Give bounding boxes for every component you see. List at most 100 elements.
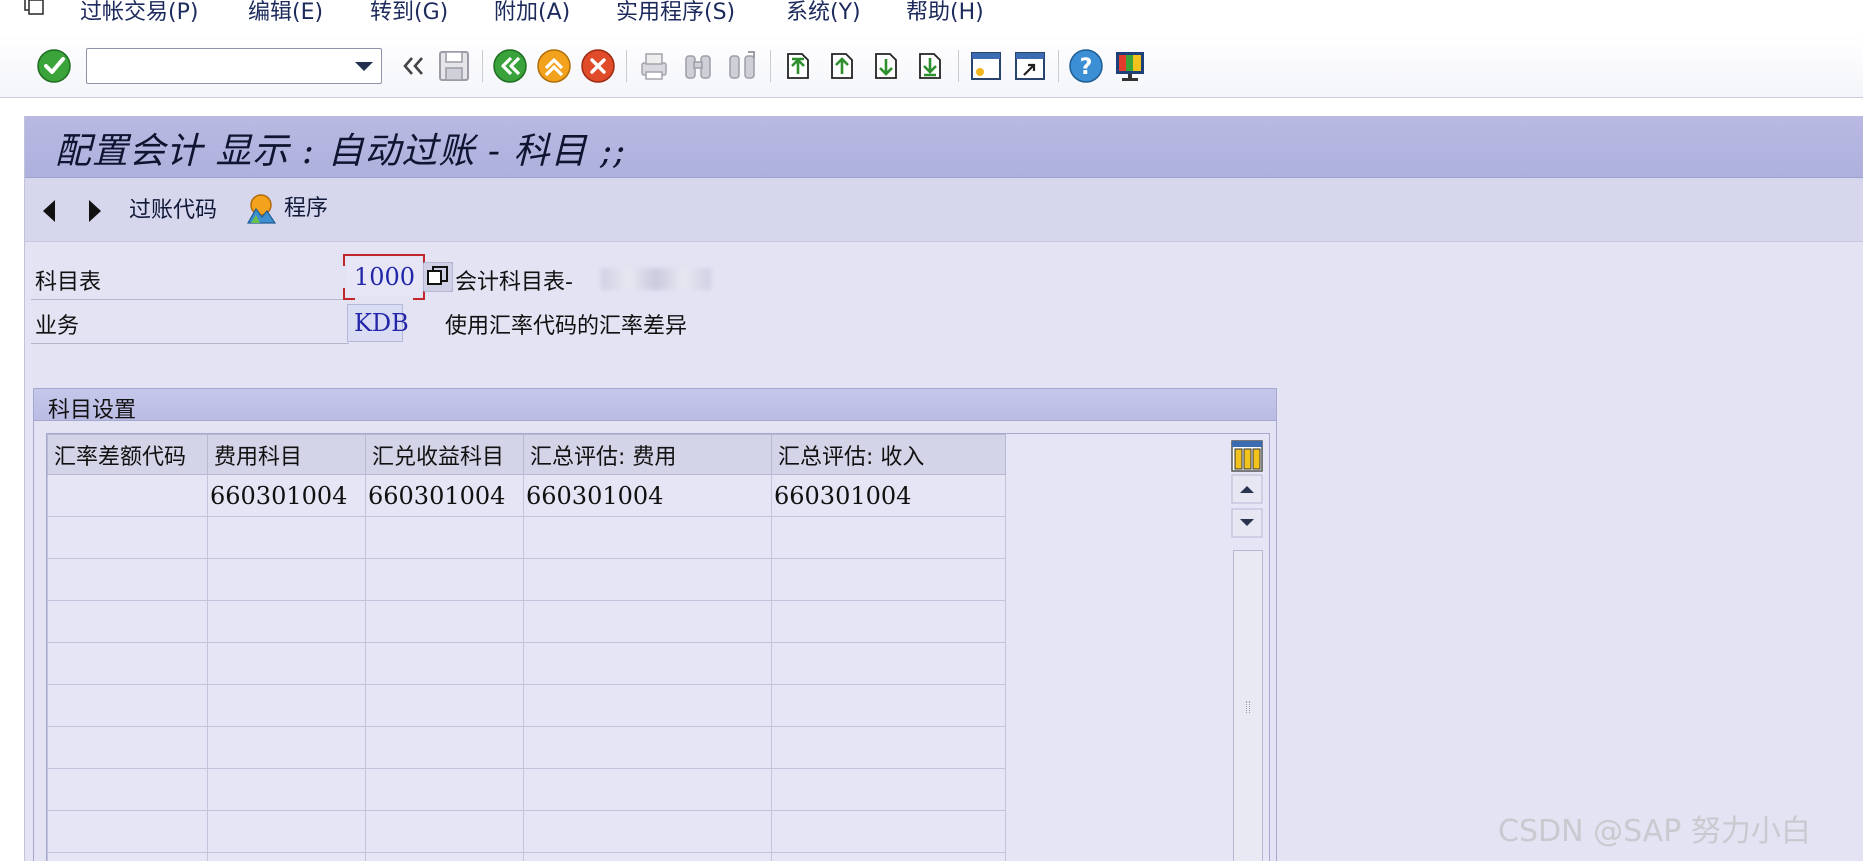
create-session-icon[interactable]	[968, 48, 1004, 84]
column-header[interactable]: 汇总评估: 费用	[523, 434, 772, 475]
vertical-scrollbar[interactable]	[1231, 474, 1263, 861]
menu-utilities[interactable]: 实用程序(S)	[616, 0, 735, 26]
first-page-icon[interactable]	[780, 48, 816, 84]
table-cell[interactable]	[365, 642, 524, 685]
transaction-field[interactable]: KDB	[347, 304, 409, 342]
table-cell[interactable]	[207, 600, 366, 643]
table-row	[47, 768, 1006, 811]
menu-extras[interactable]: 附加(A)	[494, 0, 570, 26]
table-cell[interactable]	[47, 474, 208, 517]
table-cell[interactable]	[771, 684, 1006, 727]
enter-icon[interactable]	[36, 48, 72, 84]
posting-key-button[interactable]: 过账代码	[129, 192, 217, 224]
previous-entry-icon[interactable]	[43, 200, 55, 222]
table-cell[interactable]	[771, 810, 1006, 853]
column-header[interactable]: 汇率差额代码	[47, 434, 208, 475]
scroll-down-icon[interactable]	[1231, 508, 1263, 538]
table-cell[interactable]	[365, 684, 524, 727]
table-cell[interactable]	[523, 726, 772, 769]
table-cell[interactable]	[47, 852, 208, 861]
next-page-icon[interactable]	[868, 48, 904, 84]
table-cell[interactable]	[771, 642, 1006, 685]
next-entry-icon[interactable]	[89, 200, 101, 222]
table-cell[interactable]	[365, 768, 524, 811]
command-dropdown-icon[interactable]	[355, 62, 373, 71]
cancel-icon[interactable]	[580, 48, 616, 84]
column-header[interactable]: 费用科目	[207, 434, 366, 475]
table-settings-icon[interactable]	[1231, 440, 1263, 472]
table-cell[interactable]	[523, 852, 772, 861]
find-next-icon[interactable]	[724, 48, 760, 84]
table-cell[interactable]	[523, 600, 772, 643]
table-cell[interactable]	[207, 516, 366, 559]
table-cell[interactable]	[523, 810, 772, 853]
table-cell[interactable]	[207, 558, 366, 601]
transaction-label: 业务	[35, 314, 80, 339]
last-page-icon[interactable]	[912, 48, 948, 84]
table-cell[interactable]: 660301004	[771, 474, 1006, 517]
table-cell[interactable]	[47, 810, 208, 853]
column-header[interactable]: 汇总评估: 收入	[771, 434, 1006, 475]
table-cell[interactable]	[365, 558, 524, 601]
table-cell[interactable]: 660301004	[523, 474, 772, 517]
table-row	[47, 600, 1006, 643]
table-cell[interactable]	[365, 600, 524, 643]
customize-layout-icon[interactable]	[1112, 48, 1148, 84]
table-cell[interactable]	[771, 558, 1006, 601]
table-cell[interactable]	[207, 768, 366, 811]
previous-page-icon[interactable]	[824, 48, 860, 84]
table-cell[interactable]	[365, 852, 524, 861]
find-icon[interactable]	[680, 48, 716, 84]
menu-help[interactable]: 帮助(H)	[906, 0, 984, 26]
help-icon[interactable]: ?	[1068, 48, 1104, 84]
possible-values-icon[interactable]	[423, 262, 453, 292]
table-cell[interactable]	[523, 516, 772, 559]
table-cell[interactable]	[47, 726, 208, 769]
table-cell[interactable]	[523, 558, 772, 601]
scroll-track[interactable]	[1233, 550, 1263, 861]
menu-goto[interactable]: 转到(G)	[370, 0, 448, 26]
table-cell[interactable]	[207, 726, 366, 769]
table-cell[interactable]	[771, 768, 1006, 811]
table-cell[interactable]	[365, 726, 524, 769]
table-cell[interactable]	[47, 768, 208, 811]
procedures-button[interactable]: 程序	[245, 190, 328, 225]
session-menu-icon[interactable]	[22, 0, 46, 16]
table-cell[interactable]	[771, 600, 1006, 643]
table-cell[interactable]	[207, 852, 366, 861]
table-cell[interactable]	[365, 516, 524, 559]
command-field[interactable]	[86, 48, 382, 84]
table-cell[interactable]	[47, 684, 208, 727]
table-cell[interactable]	[207, 684, 366, 727]
table-cell[interactable]: 660301004	[365, 474, 524, 517]
table-cell[interactable]	[771, 852, 1006, 861]
table-cell[interactable]	[523, 642, 772, 685]
table-cell[interactable]	[47, 516, 208, 559]
back-icon[interactable]	[492, 48, 528, 84]
shortcut-icon[interactable]	[1012, 48, 1048, 84]
table-cell[interactable]	[523, 768, 772, 811]
table-cell[interactable]	[771, 516, 1006, 559]
collapse-icon[interactable]	[396, 48, 432, 84]
procedures-label: 程序	[284, 196, 329, 221]
scroll-up-icon[interactable]	[1231, 474, 1263, 504]
table-cell[interactable]	[771, 726, 1006, 769]
table-cell[interactable]: 660301004	[207, 474, 366, 517]
transaction-description: 使用汇率代码的汇率差异	[445, 314, 688, 339]
menu-system[interactable]: 系统(Y)	[786, 0, 861, 26]
table-cell[interactable]	[47, 642, 208, 685]
table-cell[interactable]	[47, 600, 208, 643]
save-icon[interactable]	[436, 48, 472, 84]
command-input[interactable]	[91, 52, 341, 80]
table-cell[interactable]	[207, 810, 366, 853]
table-cell[interactable]	[523, 684, 772, 727]
menu-posting[interactable]: 过帐交易(P)	[80, 0, 198, 26]
menu-edit[interactable]: 编辑(E)	[248, 0, 323, 26]
table-cell[interactable]	[47, 558, 208, 601]
table-cell[interactable]	[207, 642, 366, 685]
column-header[interactable]: 汇兑收益科目	[365, 434, 524, 475]
print-icon[interactable]	[636, 48, 672, 84]
exit-icon[interactable]	[536, 48, 572, 84]
chart-of-accounts-description: 会计科目表-	[455, 270, 573, 295]
table-cell[interactable]	[365, 810, 524, 853]
